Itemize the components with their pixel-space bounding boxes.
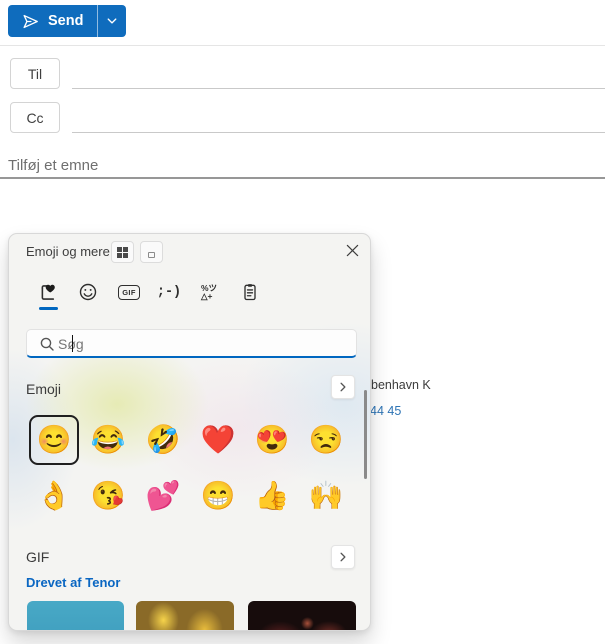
tab-smileys[interactable] [73, 278, 103, 306]
send-icon [21, 12, 40, 31]
emoji-beaming-face[interactable]: 😁 [193, 471, 243, 521]
send-button-label: Send [48, 13, 84, 29]
signature-phone-link-fragment[interactable]: 44 45 [370, 404, 401, 418]
gif-thumbnail[interactable] [27, 601, 124, 630]
search-icon [39, 336, 55, 352]
emoji-smiling-face[interactable]: 😊 [29, 415, 79, 465]
subject-underline [0, 177, 605, 179]
emoji-heart-eyes[interactable]: 😍 [247, 415, 297, 465]
cc-button[interactable]: Cc [10, 102, 60, 133]
dock-icon [148, 252, 155, 258]
clipboard-icon [240, 282, 260, 302]
emoji-see-more-button[interactable] [331, 375, 355, 399]
to-button-label: Til [27, 65, 43, 82]
tab-symbols[interactable]: %ツ △+ [194, 278, 224, 306]
kaomoji-icon: ;-) [156, 284, 182, 300]
cc-input-underline [72, 132, 605, 133]
tab-clipboard[interactable] [235, 278, 265, 306]
emoji-raising-hands[interactable]: 🙌 [301, 471, 351, 521]
emoji-and-more-panel: Emoji og mere GIF ;-) %ツ △+ Søg Emoji 😊 … [8, 233, 371, 631]
tab-kaomoji[interactable]: ;-) [154, 278, 184, 306]
tenor-attribution-link[interactable]: Drevet af Tenor [26, 575, 120, 590]
emoji-thumbs-up[interactable]: 👍 [247, 471, 297, 521]
emoji-rofl[interactable]: 🤣 [138, 415, 188, 465]
close-button[interactable] [341, 239, 363, 261]
grid-icon [117, 246, 128, 258]
gif-see-more-button[interactable] [331, 545, 355, 569]
send-button[interactable]: Send [8, 5, 98, 37]
gif-thumbnail[interactable] [248, 601, 356, 630]
dock-panel-button[interactable] [140, 241, 163, 263]
close-icon [346, 244, 359, 257]
chevron-down-icon [106, 15, 118, 27]
text-caret [72, 335, 74, 352]
panel-title: Emoji og mere [26, 244, 110, 259]
gif-section-label: GIF [26, 549, 50, 565]
gif-icon: GIF [118, 284, 140, 300]
emoji-section-label: Emoji [26, 381, 62, 397]
cc-button-label: Cc [26, 109, 44, 126]
send-split-button: Send [8, 5, 127, 37]
subject-input[interactable] [8, 152, 408, 178]
recent-heart-icon [38, 282, 59, 303]
emoji-red-heart[interactable]: ❤️ [193, 415, 243, 465]
emoji-blowing-kiss[interactable]: 😘 [83, 471, 133, 521]
to-button[interactable]: Til [10, 58, 60, 89]
selected-tab-indicator [39, 307, 58, 310]
emoji-two-hearts[interactable]: 💕 [138, 471, 188, 521]
smiley-icon [78, 282, 98, 302]
grid-view-button[interactable] [111, 241, 134, 263]
panel-scrollbar-thumb[interactable] [364, 390, 367, 479]
send-options-dropdown[interactable] [97, 5, 127, 37]
tab-recent-emoji[interactable] [33, 278, 63, 306]
to-recipients-input[interactable] [75, 62, 595, 78]
to-input-underline [72, 88, 605, 89]
signature-text-fragment: benhavn K [371, 378, 431, 392]
tab-gifs[interactable]: GIF [114, 278, 144, 306]
cc-recipients-input[interactable] [75, 106, 595, 122]
gif-thumbnail[interactable] [136, 601, 234, 630]
emoji-ok-hand[interactable]: 👌 [29, 471, 79, 521]
emoji-tears-of-joy[interactable]: 😂 [83, 415, 133, 465]
chevron-right-icon [337, 381, 349, 393]
symbols-icon: %ツ △+ [200, 282, 218, 301]
emoji-unamused[interactable]: 😒 [301, 415, 351, 465]
toolbar-divider [0, 45, 605, 46]
chevron-right-icon [337, 551, 349, 563]
search-input[interactable] [58, 333, 338, 355]
